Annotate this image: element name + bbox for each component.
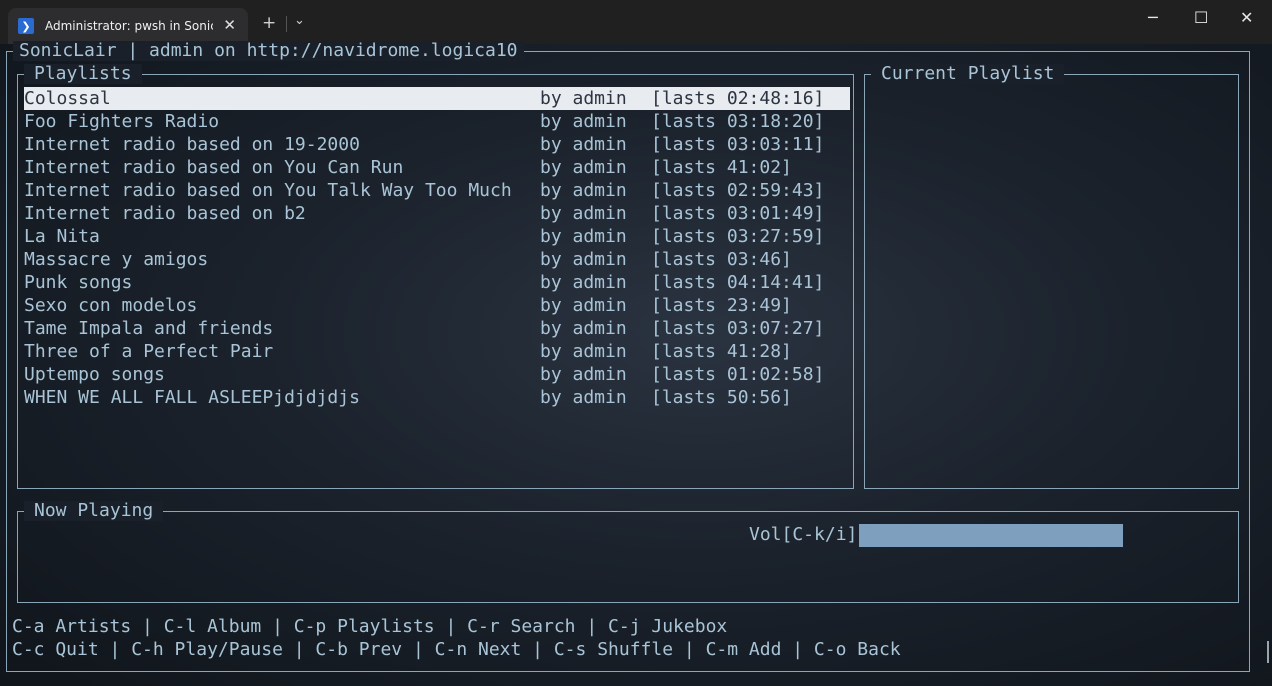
playlist-row[interactable]: Tame Impala and friends by admin [lasts 03…: [24, 317, 850, 340]
playlist-owner: by admin: [540, 203, 627, 224]
playlist-name: Sexo con modelos: [24, 295, 198, 316]
playlist-duration: [lasts 04:14:41]: [651, 272, 825, 293]
playlist-duration: [lasts 41:02]: [651, 157, 792, 178]
playlist-name: Tame Impala and friends: [24, 318, 274, 339]
playlist-owner: by admin: [540, 180, 627, 201]
playlist-name: Massacre y amigos: [24, 249, 209, 270]
now-playing-panel: Now Playing Vol[C-k/i]: [17, 501, 1239, 603]
playlist-duration: [lasts 02:59:43]: [651, 180, 825, 201]
playlist-row[interactable]: WHEN WE ALL FALL ASLEEPjdjdjdjs by admin […: [24, 386, 850, 409]
playlist-name: Three of a Perfect Pair: [24, 341, 274, 362]
playlist-owner: by admin: [540, 295, 627, 316]
playlist-name: Punk songs: [24, 272, 133, 293]
playlist-duration: [lasts 01:02:58]: [651, 364, 825, 385]
help-line-2: C-c Quit | C-h Play/Pause | C-b Prev | C…: [12, 639, 901, 660]
new-tab-button[interactable]: +: [262, 13, 276, 33]
playlist-duration: [lasts 23:49]: [651, 295, 792, 316]
terminal-tab[interactable]: ❯ Administrator: pwsh in SonicL ✕: [8, 8, 248, 44]
playlist-duration: [lasts 41:28]: [651, 341, 792, 362]
playlist-owner: by admin: [540, 318, 627, 339]
playlist-name: Foo Fighters Radio: [24, 111, 220, 132]
playlist-row[interactable]: Internet radio based on You Talk Way Too…: [24, 179, 850, 202]
playlist-name: Internet radio based on 19-2000: [24, 134, 360, 155]
playlist-owner: by admin: [540, 249, 627, 270]
playlist-owner: by admin: [540, 88, 627, 109]
playlist-duration: [lasts 50:56]: [651, 387, 792, 408]
help-line-1: C-a Artists | C-l Album | C-p Playlists …: [12, 616, 728, 637]
app-header: SonicLair | admin on http://navidrome.lo…: [13, 41, 524, 61]
terminal-area[interactable]: SonicLair | admin on http://navidrome.lo…: [0, 41, 1272, 686]
playlists-title: Playlists: [24, 64, 142, 84]
playlist-owner: by admin: [540, 134, 627, 155]
current-playlist-panel: Current Playlist: [864, 64, 1239, 489]
playlist-row[interactable]: Foo Fighters Radio by admin [lasts 03:18:2…: [24, 110, 850, 133]
playlist-row[interactable]: Internet radio based on You Can Run by ad…: [24, 156, 850, 179]
playlist-name: La Nita: [24, 226, 100, 247]
close-window-button[interactable]: ✕: [1240, 8, 1253, 27]
tab-title: Administrator: pwsh in SonicL: [45, 19, 213, 33]
playlist-name: Uptempo songs: [24, 364, 165, 385]
playlist-duration: [lasts 03:46]: [651, 249, 792, 270]
playlist-row[interactable]: Massacre y amigos by admin [lasts 03:46]: [24, 248, 850, 271]
playlist-name: WHEN WE ALL FALL ASLEEPjdjdjdjs: [24, 387, 360, 408]
playlist-row[interactable]: Three of a Perfect Pair by admin [lasts 41…: [24, 340, 850, 363]
playlist-name: Internet radio based on b2: [24, 203, 306, 224]
playlist-duration: [lasts 03:03:11]: [651, 134, 825, 155]
playlist-owner: by admin: [540, 157, 627, 178]
playlist-row[interactable]: Sexo con modelos by admin [lasts 23:49]: [24, 294, 850, 317]
maximize-button[interactable]: ☐: [1194, 8, 1208, 27]
tab-divider: [286, 16, 287, 32]
volume-bar[interactable]: [859, 524, 1123, 547]
playlist-name: Internet radio based on You Talk Way Too…: [24, 180, 512, 201]
playlist-owner: by admin: [540, 387, 627, 408]
playlist-row[interactable]: La Nita by admin [lasts 03:27:59]: [24, 225, 850, 248]
close-tab-icon[interactable]: ✕: [223, 16, 236, 34]
playlist-owner: by admin: [540, 226, 627, 247]
playlist-name: Internet radio based on You Can Run: [24, 157, 404, 178]
current-playlist-title: Current Playlist: [871, 64, 1065, 84]
powershell-icon: ❯: [18, 18, 34, 34]
playlist-duration: [lasts 02:48:16]: [651, 88, 825, 109]
now-playing-title: Now Playing: [24, 501, 164, 521]
playlist-duration: [lasts 03:01:49]: [651, 203, 825, 224]
playlist-owner: by admin: [540, 272, 627, 293]
playlist-owner: by admin: [540, 364, 627, 385]
volume-label: Vol[C-k/i]: [749, 524, 858, 545]
title-bar: ❯ Administrator: pwsh in SonicL ✕ + ⌄ ─ …: [0, 0, 1272, 44]
playlist-duration: [lasts 03:07:27]: [651, 318, 825, 339]
minimize-button[interactable]: ─: [1148, 8, 1158, 27]
playlist-row[interactable]: Internet radio based on b2 by admin [lasts…: [24, 202, 850, 225]
playlist-duration: [lasts 03:27:59]: [651, 226, 825, 247]
playlist-row[interactable]: Punk songs by admin [lasts 04:14:41]: [24, 271, 850, 294]
playlist-owner: by admin: [540, 341, 627, 362]
playlist-row[interactable]: Uptempo songs by admin [lasts 01:02:58]: [24, 363, 850, 386]
scrollbar-thumb[interactable]: [1267, 641, 1269, 663]
playlist-duration: [lasts 03:18:20]: [651, 111, 825, 132]
playlist-name: Colossal: [24, 88, 111, 109]
playlist-owner: by admin: [540, 111, 627, 132]
playlist-row[interactable]: Colossal by admin [lasts 02:48:16]: [24, 87, 850, 110]
playlist-row[interactable]: Internet radio based on 19-2000 by admin […: [24, 133, 850, 156]
chevron-down-icon[interactable]: ⌄: [294, 13, 305, 28]
playlists-panel: Playlists Colossal by admin [lasts 02:48:1…: [17, 64, 854, 489]
